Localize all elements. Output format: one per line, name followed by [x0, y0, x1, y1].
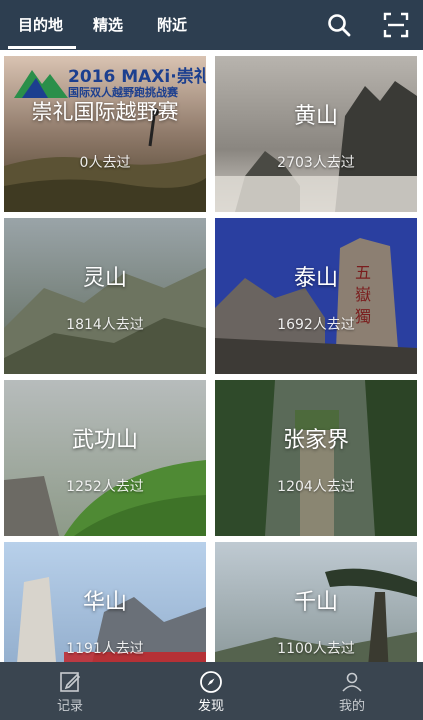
bottom-nav: 记录 发现 我的 — [0, 662, 423, 720]
user-icon — [342, 672, 362, 692]
search-icon[interactable] — [326, 12, 352, 38]
card-photo — [4, 380, 206, 536]
visit-count: 1100人去过 — [277, 641, 355, 657]
visit-count: 1204人去过 — [277, 479, 355, 495]
tab-nearby[interactable]: 附近 — [157, 0, 187, 50]
destination-card-chongli[interactable]: 2016 MAXi·崇礼 国际双人越野跑挑战赛 崇礼国际越野赛 0人去过 — [4, 56, 206, 212]
destination-name: 灵山 — [82, 266, 127, 291]
destination-grid: 2016 MAXi·崇礼 国际双人越野跑挑战赛 崇礼国际越野赛 0人去过 黄山 … — [0, 50, 423, 698]
active-tab-indicator — [8, 46, 76, 49]
destination-card-taishan[interactable]: 五 嶽 獨 泰山 1692人去过 — [215, 218, 417, 374]
nav-label: 记录 — [56, 699, 83, 714]
visit-count: 1191人去过 — [66, 641, 144, 657]
card-photo: 五 嶽 獨 — [215, 218, 417, 374]
tab-featured[interactable]: 精选 — [93, 0, 123, 50]
nav-discover[interactable]: 发现 — [171, 662, 251, 720]
destination-name: 黄山 — [293, 104, 338, 129]
destination-card-zhangjiajie[interactable]: 张家界 1204人去过 — [215, 380, 417, 536]
nav-record[interactable]: 记录 — [30, 662, 110, 720]
scan-icon[interactable] — [383, 12, 409, 38]
destination-name: 武功山 — [71, 428, 138, 453]
compass-icon — [200, 671, 222, 693]
card-photo — [215, 380, 417, 536]
visit-count: 2703人去过 — [277, 155, 355, 171]
destination-name: 泰山 — [293, 266, 338, 291]
destination-name: 张家界 — [282, 428, 349, 453]
visit-count: 0人去过 — [79, 155, 131, 171]
destination-name: 崇礼国际越野赛 — [31, 100, 179, 124]
card-photo — [4, 218, 206, 374]
destination-card-lingshan[interactable]: 灵山 1814人去过 — [4, 218, 206, 374]
nav-label: 我的 — [338, 699, 365, 714]
destination-name: 华山 — [82, 590, 127, 615]
visit-count: 1692人去过 — [277, 317, 355, 333]
tab-destinations[interactable]: 目的地 — [18, 0, 63, 50]
nav-label: 发现 — [197, 699, 224, 714]
destination-name: 千山 — [293, 590, 338, 615]
mountain-logo-icon — [14, 70, 68, 98]
destination-card-wugongshan[interactable]: 武功山 1252人去过 — [4, 380, 206, 536]
visit-count: 1252人去过 — [66, 479, 144, 495]
top-bar: 目的地 精选 附近 — [0, 0, 423, 50]
visit-count: 1814人去过 — [66, 317, 144, 333]
nav-me[interactable]: 我的 — [312, 662, 392, 720]
destination-card-huangshan[interactable]: 黄山 2703人去过 — [215, 56, 417, 212]
edit-icon — [60, 672, 81, 692]
card-photo — [215, 56, 417, 212]
